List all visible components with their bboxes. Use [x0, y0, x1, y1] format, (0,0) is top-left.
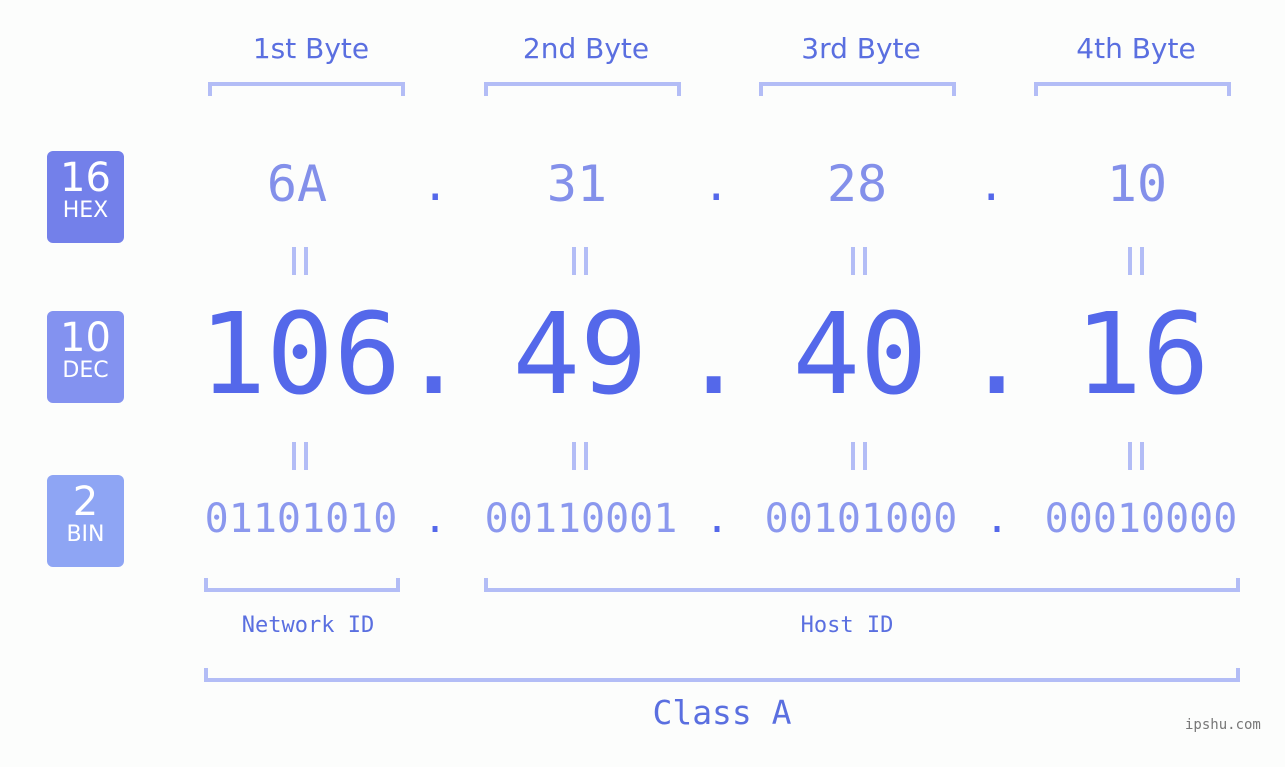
- equals-icon: [292, 442, 308, 470]
- byte-3-bracket: [759, 82, 956, 96]
- bin-octet-3: 00101000: [764, 496, 958, 542]
- hex-separator: .: [703, 160, 730, 211]
- hex-separator: .: [978, 160, 1005, 211]
- dec-octet-1: 106: [198, 290, 402, 420]
- class-label: Class A: [652, 693, 792, 732]
- hex-octet-3: 28: [826, 155, 888, 213]
- bin-separator: .: [423, 496, 448, 542]
- dec-badge-label: DEC: [62, 358, 109, 383]
- equals-icon: [851, 442, 867, 470]
- byte-2-bracket: [484, 82, 681, 96]
- equals-icon: [572, 442, 588, 470]
- dec-separator: .: [400, 290, 468, 420]
- host-id-label: Host ID: [800, 613, 894, 638]
- equals-icon: [851, 247, 867, 275]
- byte-header-2: 2nd Byte: [522, 32, 650, 65]
- equals-icon: [1128, 247, 1144, 275]
- network-id-bracket: [204, 578, 400, 592]
- class-bracket: [204, 668, 1240, 682]
- dec-separator: .: [680, 290, 748, 420]
- hex-octet-4: 10: [1106, 155, 1168, 213]
- hex-octet-2: 31: [546, 155, 608, 213]
- bin-badge-label: BIN: [66, 522, 105, 547]
- equals-icon: [292, 247, 308, 275]
- bin-octet-2: 00110001: [484, 496, 678, 542]
- dec-badge-base: 10: [60, 315, 111, 361]
- dec-octet-4: 16: [1074, 290, 1210, 420]
- hex-octet-1: 6A: [266, 155, 328, 213]
- equals-icon: [1128, 442, 1144, 470]
- hex-badge: 16 HEX: [47, 151, 124, 243]
- hex-badge-base: 16: [60, 155, 111, 201]
- byte-header-1: 1st Byte: [252, 32, 370, 65]
- byte-4-bracket: [1034, 82, 1231, 96]
- bin-separator: .: [985, 496, 1010, 542]
- equals-icon: [572, 247, 588, 275]
- dec-octet-2: 49: [512, 290, 648, 420]
- bin-badge: 2 BIN: [47, 475, 124, 567]
- bin-octet-4: 00010000: [1044, 496, 1238, 542]
- byte-header-3: 3rd Byte: [801, 32, 921, 65]
- watermark: ipshu.com: [1185, 717, 1261, 733]
- bin-separator: .: [705, 496, 730, 542]
- host-id-bracket: [484, 578, 1240, 592]
- hex-separator: .: [422, 160, 449, 211]
- byte-header-4: 4th Byte: [1076, 32, 1196, 65]
- hex-badge-label: HEX: [62, 198, 109, 223]
- byte-1-bracket: [208, 82, 405, 96]
- bin-badge-base: 2: [72, 479, 99, 525]
- bin-octet-1: 01101010: [204, 496, 398, 542]
- dec-octet-3: 40: [792, 290, 928, 420]
- network-id-label: Network ID: [241, 613, 375, 638]
- dec-badge: 10 DEC: [47, 311, 124, 403]
- dec-separator: .: [963, 290, 1031, 420]
